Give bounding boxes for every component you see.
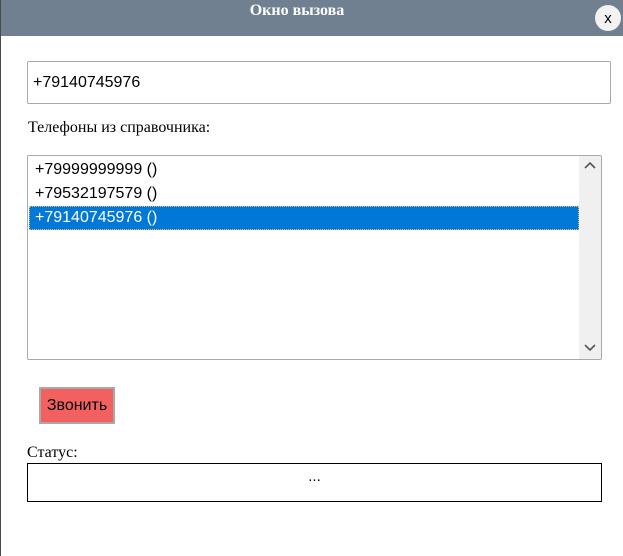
listbox-scrollbar[interactable] [579, 156, 601, 359]
status-value: ... [27, 463, 602, 502]
phones-list-label: Телефоны из справочника: [28, 119, 211, 136]
phone-number-input[interactable] [27, 61, 611, 104]
status-label: Статус: [27, 444, 78, 461]
phone-list-item[interactable]: +79140745976 () [29, 206, 579, 230]
close-button[interactable]: x [595, 5, 621, 31]
chevron-down-icon[interactable] [579, 341, 601, 357]
phone-list-items: +79999999999 () +79532197579 () +791407459… [29, 158, 579, 230]
phone-list-item[interactable]: +79532197579 () [29, 182, 579, 206]
title-bar: Окно вызова x [1, 0, 623, 36]
call-button[interactable]: Звонить [39, 387, 115, 424]
chevron-up-icon[interactable] [579, 158, 601, 174]
phone-listbox[interactable]: +79999999999 () +79532197579 () +791407459… [27, 155, 602, 360]
call-dialog: Окно вызова x Телефоны из справочника: +… [0, 0, 623, 556]
phone-list-item[interactable]: +79999999999 () [29, 158, 579, 182]
dialog-title: Окно вызова [249, 2, 345, 19]
